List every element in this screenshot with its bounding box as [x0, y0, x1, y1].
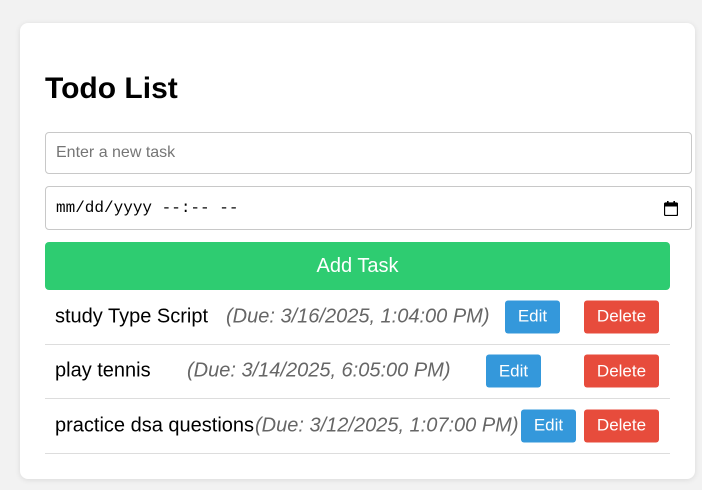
task-name: study Type Script [55, 305, 209, 328]
calendar-icon[interactable] [663, 201, 679, 217]
task-item: play tennis (Due: 3/14/2025, 6:05:00 PM)… [45, 345, 670, 399]
edit-button[interactable]: Edit [521, 409, 576, 443]
task-name: practice dsa questions [55, 414, 255, 437]
task-item: study Type Script (Due: 3/16/2025, 1:04:… [45, 290, 670, 345]
task-due-date: (Due: 3/16/2025, 1:04:00 PM) [226, 305, 490, 328]
delete-button[interactable]: Delete [584, 300, 659, 334]
edit-button[interactable]: Edit [505, 300, 560, 334]
delete-button[interactable]: Delete [584, 409, 659, 443]
task-due-date: (Due: 3/14/2025, 6:05:00 PM) [187, 359, 451, 382]
task-input[interactable] [45, 132, 692, 174]
task-item: practice dsa questions (Due: 3/12/2025, … [45, 399, 670, 454]
due-datetime-input[interactable]: mm/dd/yyyy --:-- -- [45, 186, 692, 230]
delete-button[interactable]: Delete [584, 354, 659, 388]
due-datetime-placeholder: mm/dd/yyyy --:-- -- [56, 199, 239, 217]
task-name: play tennis [55, 359, 151, 382]
page-title: Todo List [45, 72, 178, 105]
add-task-button[interactable]: Add Task [45, 242, 670, 290]
edit-button[interactable]: Edit [486, 354, 541, 388]
task-due-date: (Due: 3/12/2025, 1:07:00 PM) [255, 414, 519, 437]
todo-card: Todo List mm/dd/yyyy --:-- -- Add Task s… [20, 23, 695, 479]
task-list: study Type Script (Due: 3/16/2025, 1:04:… [45, 290, 670, 454]
